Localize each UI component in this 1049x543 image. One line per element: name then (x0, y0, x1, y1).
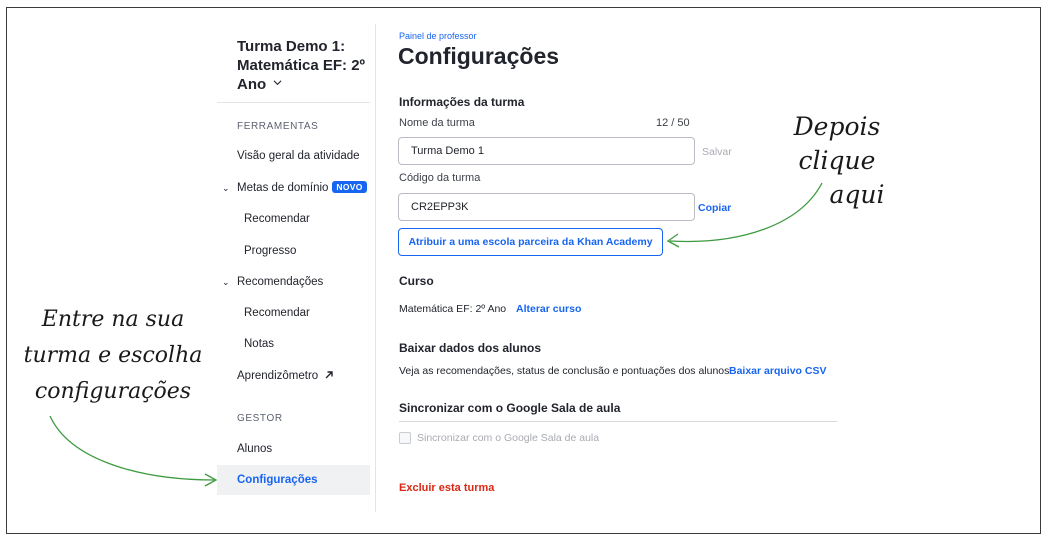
annotation-line: Entre na sua (41, 307, 185, 332)
change-course-link[interactable]: Alterar curso (516, 303, 581, 315)
sidebar-item-students[interactable]: Alunos (237, 443, 272, 455)
sidebar-item-label: Recomendações (237, 276, 324, 288)
copy-button[interactable]: Copiar (698, 202, 731, 214)
sidebar-separator (375, 24, 376, 512)
course-heading: Curso (399, 274, 434, 288)
tools-heading: FERRAMENTAS (237, 121, 319, 132)
class-code-label: Código da turma (399, 172, 481, 184)
screenshot-frame (6, 7, 1041, 534)
sidebar-item-grades[interactable]: Notas (244, 338, 274, 350)
class-name-label: Nome da turma (399, 117, 475, 129)
new-badge: NOVO (332, 181, 367, 193)
annotation-left: Entre na sua turma e escolha configuraçõ… (14, 302, 212, 410)
annotation-line: aqui (829, 180, 885, 209)
save-button[interactable]: Salvar (702, 146, 732, 158)
char-counter: 12 / 50 (656, 117, 690, 129)
delete-class-link[interactable]: Excluir esta turma (399, 482, 494, 494)
class-code-field[interactable]: CR2EPP3K (398, 193, 695, 221)
annotation-line: Depois clique (793, 112, 881, 175)
sidebar-item-label: Metas de domínio (237, 182, 329, 194)
class-title: Turma Demo 1: Matemática EF: 2º Ano (237, 38, 366, 93)
breadcrumb[interactable]: Painel de professor (399, 31, 477, 41)
assign-partner-school-button[interactable]: Atribuir a uma escola parceira da Khan A… (398, 228, 663, 256)
sidebar-item-recommendations[interactable]: ⌄ Recomendações (222, 276, 323, 288)
google-sync-checkbox[interactable] (399, 432, 411, 444)
chevron-down-icon: ⌄ (222, 277, 230, 287)
annotation-line: turma e escolha (23, 343, 203, 368)
chevron-down-icon (273, 80, 282, 86)
sidebar-item-activity-overview[interactable]: Visão geral da atividade (237, 150, 360, 162)
manager-heading: GESTOR (237, 413, 283, 424)
divider (399, 421, 837, 422)
annotation-line: configurações (34, 379, 192, 404)
course-value: Matemática EF: 2º Ano (399, 303, 507, 315)
page-title: Configurações (398, 43, 560, 69)
sidebar-item-settings[interactable]: Configurações (237, 474, 318, 486)
class-name-input[interactable]: Turma Demo 1 (398, 137, 695, 165)
sidebar-item-learning-meter[interactable]: Aprendizômetro (237, 370, 334, 382)
google-sync-checkbox-row[interactable]: Sincronizar com o Google Sala de aula (399, 432, 599, 444)
google-sync-checkbox-label: Sincronizar com o Google Sala de aula (417, 432, 600, 444)
download-description: Veja as recomendações, status de conclus… (399, 365, 730, 377)
sidebar-item-mastery-recommend[interactable]: Recomendar (244, 213, 310, 225)
annotation-right: Depois clique aqui (752, 110, 922, 212)
chevron-down-icon: ⌄ (222, 183, 230, 193)
sidebar-divider (217, 102, 370, 103)
download-csv-link[interactable]: Baixar arquivo CSV (729, 365, 826, 377)
class-info-heading: Informações da turma (399, 95, 525, 109)
sidebar-item-label: Aprendizômetro (237, 370, 319, 382)
sidebar-item-rec-recommend[interactable]: Recomendar (244, 307, 310, 319)
sidebar-item-mastery-goals[interactable]: ⌄ Metas de domínio NOVO (222, 181, 367, 194)
download-heading: Baixar dados dos alunos (399, 341, 542, 355)
google-sync-heading: Sincronizar com o Google Sala de aula (399, 401, 621, 415)
class-selector[interactable]: Turma Demo 1: Matemática EF: 2º Ano (237, 37, 372, 94)
external-link-icon (325, 371, 334, 379)
sidebar-item-mastery-progress[interactable]: Progresso (244, 245, 296, 257)
